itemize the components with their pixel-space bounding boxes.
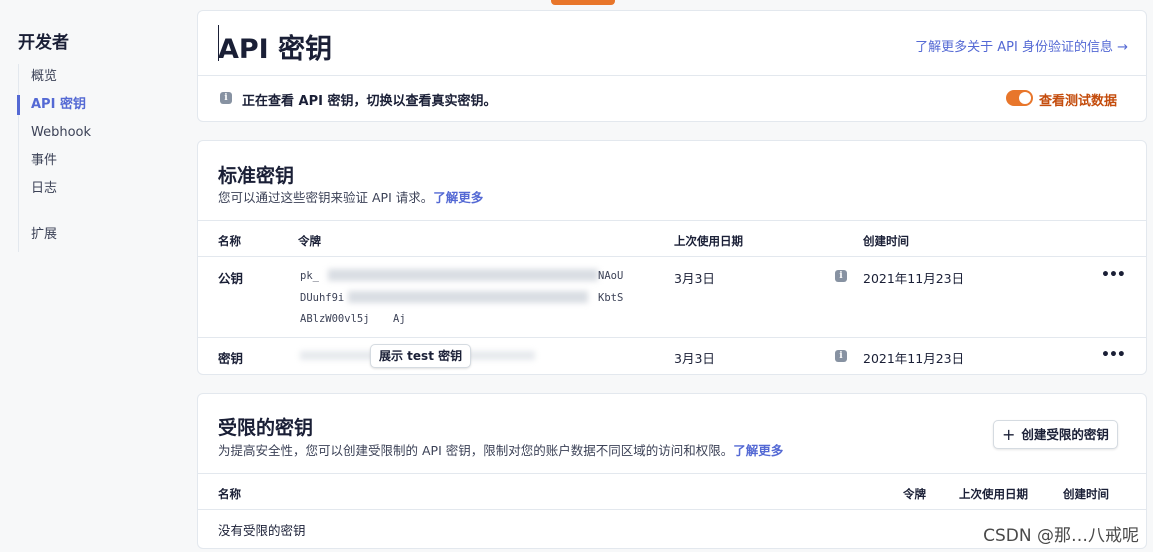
divider bbox=[198, 337, 1146, 338]
column-header-token: 令牌 bbox=[298, 234, 321, 248]
restricted-keys-learn-more-link[interactable]: 了解更多 bbox=[733, 443, 783, 458]
api-keys-header-card: API 密钥 了解更多关于 API 身份验证的信息 → i 正在查看 API 密… bbox=[197, 10, 1147, 122]
test-data-toggle-label[interactable]: 查看测试数据 bbox=[1039, 90, 1117, 109]
column-header-name: 名称 bbox=[218, 487, 241, 501]
column-header-created: 创建时间 bbox=[863, 234, 909, 248]
restricted-keys-description: 为提高安全性，您可以创建受限制的 API 密钥，限制对您的账户数据不同区域的访问… bbox=[218, 440, 783, 459]
secret-key-last-used: 3月3日 bbox=[674, 351, 715, 366]
column-header-last-used: 上次使用日期 bbox=[674, 234, 743, 248]
standard-keys-title: 标准密钥 bbox=[218, 165, 295, 187]
divider bbox=[198, 473, 1146, 474]
sidebar-nav: 概览 API 密钥 Webhook 事件 日志 扩展 bbox=[17, 64, 178, 252]
standard-keys-description: 您可以通过这些密钥来验证 API 请求。了解更多 bbox=[218, 187, 483, 206]
sidebar: 开发者 概览 API 密钥 Webhook 事件 日志 扩展 bbox=[0, 0, 190, 552]
publishable-key-token-line[interactable]: DUuhf9i bbox=[300, 292, 344, 304]
divider bbox=[198, 75, 1146, 76]
secret-key-created: 2021年11月23日 bbox=[863, 351, 965, 366]
redaction-blur bbox=[348, 291, 588, 303]
viewing-notice: 正在查看 API 密钥，切换以查看真实密钥。 bbox=[242, 94, 497, 109]
create-restricted-key-button[interactable]: + 创建受限的密钥 bbox=[993, 420, 1118, 449]
divider bbox=[198, 256, 1146, 257]
divider bbox=[198, 220, 1146, 221]
column-header-last-used: 上次使用日期 bbox=[959, 487, 1028, 501]
restricted-keys-empty-text: 没有受限的密钥 bbox=[218, 523, 306, 538]
column-header-created: 创建时间 bbox=[1063, 487, 1109, 501]
sidebar-item-overview[interactable]: 概览 bbox=[31, 67, 57, 87]
toggle-knob bbox=[1019, 92, 1031, 104]
column-header-token: 令牌 bbox=[903, 487, 926, 501]
sidebar-item-api-keys[interactable]: API 密钥 bbox=[31, 95, 86, 115]
create-restricted-key-label: 创建受限的密钥 bbox=[1021, 427, 1109, 442]
publishable-key-last-used: 3月3日 bbox=[674, 271, 715, 286]
restricted-keys-description-text: 为提高安全性，您可以创建受限制的 API 密钥，限制对您的账户数据不同区域的访问… bbox=[218, 443, 734, 458]
info-icon[interactable]: i bbox=[835, 350, 847, 362]
standard-keys-card: 标准密钥 您可以通过这些密钥来验证 API 请求。了解更多 名称 令牌 上次使用… bbox=[197, 140, 1147, 375]
publishable-key-token-line[interactable]: ABlzW00vl5j bbox=[300, 313, 370, 325]
sidebar-item-webhook[interactable]: Webhook bbox=[31, 123, 91, 143]
secret-key-name: 密钥 bbox=[218, 351, 244, 366]
publishable-key-token-fragment: Aj bbox=[393, 313, 406, 325]
learn-more-auth-link[interactable]: 了解更多关于 API 身份验证的信息 → bbox=[915, 36, 1128, 55]
divider bbox=[198, 509, 1146, 510]
more-horizontal-icon[interactable]: ••• bbox=[1101, 348, 1126, 364]
restricted-keys-title: 受限的密钥 bbox=[218, 417, 314, 439]
sidebar-item-extensions[interactable]: 扩展 bbox=[31, 225, 57, 245]
page-title: API 密钥 bbox=[218, 34, 333, 65]
publishable-key-token-line[interactable]: pk_ bbox=[300, 270, 319, 282]
info-icon: i bbox=[220, 92, 232, 104]
sidebar-item-logs[interactable]: 日志 bbox=[31, 179, 57, 199]
watermark: CSDN @那…八戒呢 bbox=[983, 526, 1139, 546]
sidebar-item-events[interactable]: 事件 bbox=[31, 151, 57, 171]
publishable-key-token-fragment: NAoU bbox=[598, 270, 624, 282]
publishable-key-token-fragment: KbtS bbox=[598, 292, 624, 304]
standard-keys-learn-more-link[interactable]: 了解更多 bbox=[433, 190, 483, 205]
sidebar-title: 开发者 bbox=[18, 33, 69, 53]
publishable-key-created: 2021年11月23日 bbox=[863, 271, 965, 286]
publishable-key-name: 公钥 bbox=[218, 271, 244, 286]
more-horizontal-icon[interactable]: ••• bbox=[1101, 268, 1126, 284]
test-mode-badge bbox=[551, 0, 615, 5]
reveal-test-key-button[interactable]: 展示 test 密钥 bbox=[370, 344, 472, 368]
standard-keys-description-text: 您可以通过这些密钥来验证 API 请求。 bbox=[218, 190, 434, 205]
column-header-name: 名称 bbox=[218, 234, 241, 248]
test-data-toggle[interactable] bbox=[1006, 90, 1033, 106]
plus-icon: + bbox=[1002, 425, 1016, 444]
redaction-blur bbox=[328, 269, 598, 281]
sidebar-active-indicator bbox=[17, 95, 20, 115]
info-icon[interactable]: i bbox=[835, 270, 847, 282]
